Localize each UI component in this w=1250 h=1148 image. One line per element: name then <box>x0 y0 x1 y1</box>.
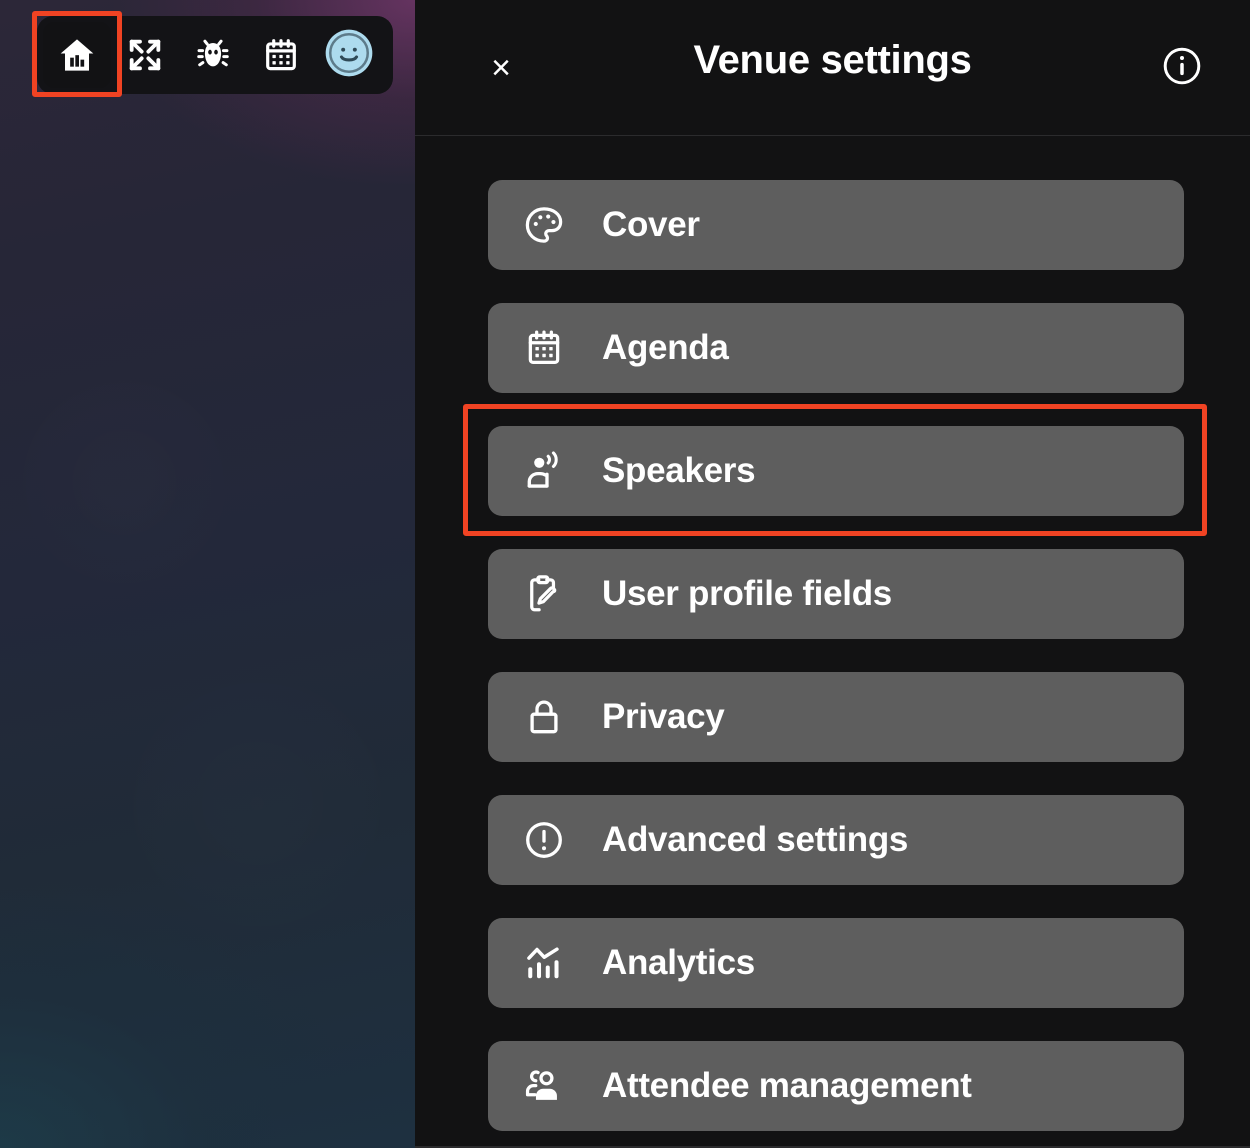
venue-backdrop <box>0 0 415 1148</box>
calendar-icon <box>521 325 567 371</box>
toolbar-button-fullscreen[interactable] <box>111 22 179 88</box>
menu-item-label: Agenda <box>602 328 729 367</box>
backdrop-texture <box>0 0 415 1148</box>
clipboard-pencil-icon <box>521 571 567 617</box>
menu-item-privacy[interactable]: Privacy <box>488 672 1184 762</box>
menu-item-label: Analytics <box>602 943 755 982</box>
exclamation-circle-icon <box>521 817 567 863</box>
people-group-icon <box>521 1063 567 1109</box>
menu-item-label: Advanced settings <box>602 820 909 859</box>
menu-item-user-profile-fields[interactable]: User profile fields <box>488 549 1184 639</box>
menu-item-cover[interactable]: Cover <box>488 180 1184 270</box>
menu-item-speakers[interactable]: Speakers <box>488 426 1184 516</box>
top-toolbar <box>37 16 393 94</box>
menu-item-label: Attendee management <box>602 1066 972 1105</box>
info-circle-icon <box>1161 45 1203 92</box>
screen-root: × Venue settings Cover Agenda Speakers U… <box>0 0 1250 1148</box>
menu-item-attendee-management[interactable]: Attendee management <box>488 1041 1184 1131</box>
panel-header: × Venue settings <box>415 0 1250 136</box>
menu-item-label: Privacy <box>602 697 725 736</box>
toolbar-button-venue[interactable] <box>43 22 111 88</box>
palette-icon <box>521 202 567 248</box>
settings-menu: Cover Agenda Speakers User profile field… <box>488 180 1184 1148</box>
toolbar-button-schedule[interactable] <box>247 22 315 88</box>
expand-arrows-icon <box>125 35 165 75</box>
chart-bars-line-icon <box>521 940 567 986</box>
info-button[interactable] <box>1158 44 1206 92</box>
menu-item-agenda[interactable]: Agenda <box>488 303 1184 393</box>
toolbar-avatar[interactable] <box>315 22 383 88</box>
menu-item-label: User profile fields <box>602 574 892 613</box>
menu-item-advanced-settings[interactable]: Advanced settings <box>488 795 1184 885</box>
bug-icon <box>194 36 232 74</box>
speaker-announce-icon <box>521 448 567 494</box>
toolbar-button-report-bug[interactable] <box>179 22 247 88</box>
page-title: Venue settings <box>693 38 972 82</box>
menu-item-analytics[interactable]: Analytics <box>488 918 1184 1008</box>
venue-home-icon <box>57 35 97 75</box>
menu-item-label: Cover <box>602 205 700 244</box>
lock-icon <box>521 694 567 740</box>
menu-item-label: Speakers <box>602 451 756 490</box>
venue-settings-panel: × Venue settings Cover Agenda Speakers U… <box>415 0 1250 1148</box>
calendar-icon <box>262 36 300 74</box>
smiley-avatar-icon <box>324 28 374 83</box>
